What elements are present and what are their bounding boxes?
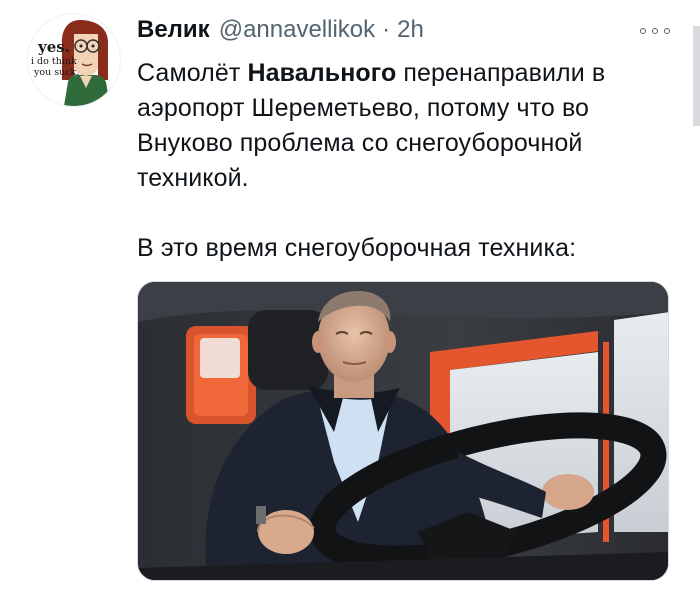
tweet-header: Велик @annavellikok · 2h [137, 16, 424, 48]
text-segment: Самолёт [137, 59, 248, 87]
author-handle[interactable]: @annavellikok [219, 16, 375, 44]
author-name[interactable]: Велик [137, 16, 210, 44]
tweet-text: Самолёт Навального перенаправили в аэроп… [137, 56, 657, 266]
tweet-text-line: аэропорт Шереметьево, потому что во [137, 94, 590, 122]
bottom-divider-space [0, 581, 700, 602]
more-options-icon[interactable] [640, 24, 670, 38]
tweet-text-line: Самолёт Навального перенаправили в [137, 56, 657, 91]
tweet-text-line: техникой. [137, 164, 249, 192]
tweet-text-line: Внуково проблема со снегоуборочной [137, 129, 583, 157]
bold-mention: Навального [247, 59, 397, 87]
avatar-text-line2: i do think [31, 56, 77, 67]
dot-icon [640, 28, 646, 34]
dot-icon [652, 28, 658, 34]
avatar[interactable]: yes. i do think you suck. [28, 14, 120, 106]
separator-dot: · [382, 16, 391, 43]
tweet-photo[interactable] [137, 281, 669, 581]
photo-man-driving-truck [138, 282, 668, 580]
tweet-time[interactable]: 2h [397, 16, 424, 44]
scrollbar[interactable] [693, 26, 700, 126]
avatar-text-line1: yes. [38, 38, 70, 56]
avatar-text-line3: you suck. [34, 67, 80, 78]
text-segment: перенаправили в [396, 59, 606, 87]
tweet[interactable]: yes. i do think you suck. Велик @annavel… [0, 0, 700, 602]
dot-icon [664, 28, 670, 34]
tweet-text-line: В это время снегоуборочная техника: [137, 234, 577, 262]
